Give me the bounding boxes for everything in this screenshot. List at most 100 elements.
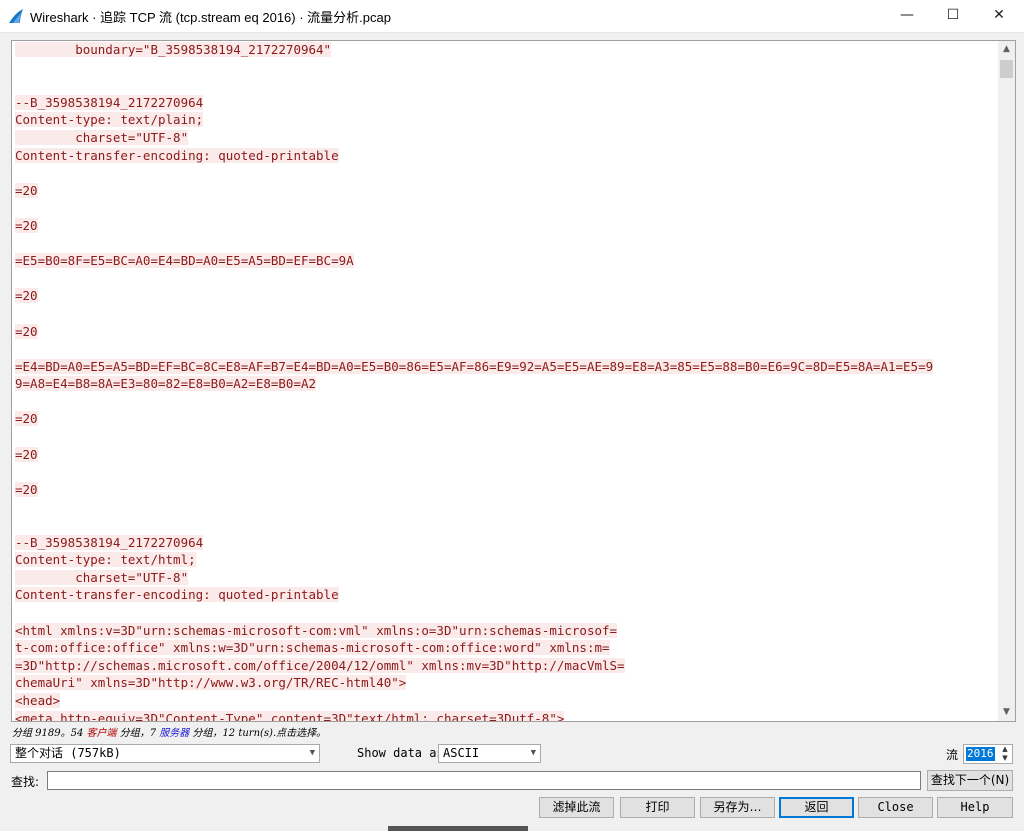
stream-line-text: =E5=B0=8F=E5=BC=A0=E4=BD=A0=E5=A5=BD=EF=… xyxy=(15,253,354,269)
stream-line: charset="UTF-8" xyxy=(15,569,995,587)
stream-status: 分组 9189。54 客户端 分组，7 服务器 分组，12 turn(s).点击… xyxy=(12,724,326,739)
stream-line: =E4=BD=A0=E5=A5=BD=EF=BC=8C=E8=AF=B7=E4=… xyxy=(15,358,995,376)
stream-line-text: Content-type: text/plain; xyxy=(15,112,204,128)
chevron-down-icon[interactable]: ▼ xyxy=(998,704,1015,721)
stream-line: Content-transfer-encoding: quoted-printa… xyxy=(15,147,995,165)
stream-line xyxy=(15,340,995,358)
help-button[interactable]: Help xyxy=(937,797,1013,818)
stream-line xyxy=(15,516,995,534)
stream-line xyxy=(15,235,995,253)
close-window-button[interactable]: ✕ xyxy=(976,0,1022,32)
stream-line-text: =3D"http://schemas.microsoft.com/office/… xyxy=(15,657,625,673)
stream-line: <html xmlns:v=3D"urn:schemas-microsoft-c… xyxy=(15,622,995,640)
stream-line: =20 xyxy=(15,323,995,341)
stream-line: Content-type: text/html; xyxy=(15,551,995,569)
stream-line xyxy=(15,270,995,288)
stream-line xyxy=(15,76,995,94)
format-select[interactable]: ASCII ▼ xyxy=(438,744,541,763)
stream-line-text: Content-type: text/html; xyxy=(15,552,196,568)
close-button[interactable]: Close xyxy=(858,797,933,818)
stream-line: =20 xyxy=(15,217,995,235)
save-as-button[interactable]: 另存为… xyxy=(700,797,775,818)
spin-up-icon[interactable]: ▲ xyxy=(999,745,1011,754)
stream-line: =20 xyxy=(15,481,995,499)
stream-line: =3D"http://schemas.microsoft.com/office/… xyxy=(15,657,995,675)
server-label[interactable]: 服务器 xyxy=(159,728,189,739)
stream-line xyxy=(15,164,995,182)
stream-line-text: 9=A8=E4=B8=8A=E3=80=82=E8=B0=A2=E8=B0=A2 xyxy=(15,376,317,392)
show-data-label: Show data as xyxy=(357,746,444,760)
status-text: 分组，7 xyxy=(116,728,160,739)
status-text: 分组 9189。54 xyxy=(12,728,87,739)
back-button[interactable]: 返回 xyxy=(779,797,854,818)
stream-line: 9=A8=E4=B8=8A=E3=80=82=E8=B0=A2=E8=B0=A2 xyxy=(15,375,995,393)
stream-line xyxy=(15,305,995,323)
stream-line xyxy=(15,59,995,77)
stream-line-text: =20 xyxy=(15,217,38,233)
client-label[interactable]: 客户端 xyxy=(87,728,117,739)
stream-line-text: t-com:office:office" xmlns:w=3D"urn:sche… xyxy=(15,640,610,656)
conversation-select[interactable]: 整个对话 (757kB) ▼ xyxy=(10,744,320,763)
stream-line: =20 xyxy=(15,410,995,428)
stream-line: =E5=B0=8F=E5=BC=A0=E4=BD=A0=E5=A5=BD=EF=… xyxy=(15,252,995,270)
window-title: Wireshark · 追踪 TCP 流 (tcp.stream eq 2016… xyxy=(30,10,391,25)
stream-line-text: boundary="B_3598538194_2172270964" xyxy=(15,42,332,57)
stream-line: <meta http-equiv=3D"Content-Type" conten… xyxy=(15,710,995,721)
filter-out-stream-button[interactable]: 滤掉此流 xyxy=(539,797,614,818)
title-bar: Wireshark · 追踪 TCP 流 (tcp.stream eq 2016… xyxy=(0,0,1024,33)
stream-line: --B_3598538194_2172270964 xyxy=(15,534,995,552)
stream-number-spinbox[interactable]: 2016 ▲ ▼ xyxy=(963,744,1013,764)
stream-line-text: =20 xyxy=(15,446,38,462)
stream-line: Content-transfer-encoding: quoted-printa… xyxy=(15,586,995,604)
stream-line-text: =20 xyxy=(15,182,38,198)
chevron-down-icon: ▼ xyxy=(309,748,315,758)
stream-line: =20 xyxy=(15,446,995,464)
stream-line-text: charset="UTF-8" xyxy=(15,569,189,585)
stream-line-text: Content-transfer-encoding: quoted-printa… xyxy=(15,147,339,163)
minimize-button[interactable]: — xyxy=(884,0,930,32)
stream-line xyxy=(15,498,995,516)
stream-line xyxy=(15,428,995,446)
print-button[interactable]: 打印 xyxy=(620,797,695,818)
find-label: 查找: xyxy=(11,775,40,789)
stream-line: =20 xyxy=(15,182,995,200)
scroll-thumb[interactable] xyxy=(1000,60,1013,78)
stream-line-text: <html xmlns:v=3D"urn:schemas-microsoft-c… xyxy=(15,622,618,638)
find-input[interactable] xyxy=(47,771,921,790)
vertical-scrollbar[interactable]: ▲ ▼ xyxy=(998,41,1015,721)
stream-line-text: charset="UTF-8" xyxy=(15,129,189,145)
stream-line: --B_3598538194_2172270964 xyxy=(15,94,995,112)
chevron-down-icon: ▼ xyxy=(530,748,536,758)
stream-line-text: <head> xyxy=(15,692,61,708)
stream-line-text: chemaUri" xmlns=3D"http://www.w3.org/TR/… xyxy=(15,675,407,691)
wireshark-fin-icon xyxy=(9,9,23,23)
stream-line: t-com:office:office" xmlns:w=3D"urn:sche… xyxy=(15,639,995,657)
spin-down-icon[interactable]: ▼ xyxy=(999,754,1011,763)
stream-line-text: =20 xyxy=(15,288,38,304)
stream-number-value[interactable]: 2016 xyxy=(966,747,995,761)
stream-line xyxy=(15,393,995,411)
status-text: 分组，12 turn(s).点击选择。 xyxy=(189,728,327,739)
stream-line: Content-type: text/plain; xyxy=(15,111,995,129)
stream-line-text: =20 xyxy=(15,411,38,427)
maximize-button[interactable]: ☐ xyxy=(930,0,976,32)
conversation-select-value: 整个对话 (757kB) xyxy=(15,746,121,760)
stream-line xyxy=(15,463,995,481)
stream-line: =20 xyxy=(15,287,995,305)
stream-text[interactable]: boundary="B_3598538194_2172270964" --B_35… xyxy=(15,41,995,721)
taskbar-edge xyxy=(388,826,528,831)
stream-line: chemaUri" xmlns=3D"http://www.w3.org/TR/… xyxy=(15,674,995,692)
stream-content-panel[interactable]: boundary="B_3598538194_2172270964" --B_35… xyxy=(11,40,1016,722)
find-next-button[interactable]: 查找下一个(N) xyxy=(927,770,1013,791)
chevron-up-icon[interactable]: ▲ xyxy=(998,41,1015,58)
stream-number-label: 流 xyxy=(946,748,959,762)
stream-line xyxy=(15,199,995,217)
stream-line: <head> xyxy=(15,692,995,710)
stream-line-text: =20 xyxy=(15,323,38,339)
stream-line-text: =20 xyxy=(15,481,38,497)
stream-line: boundary="B_3598538194_2172270964" xyxy=(15,41,995,59)
stream-line-text: <meta http-equiv=3D"Content-Type" conten… xyxy=(15,710,565,721)
stream-line-text: Content-transfer-encoding: quoted-printa… xyxy=(15,587,339,603)
stream-line xyxy=(15,604,995,622)
stream-line-text: =E4=BD=A0=E5=A5=BD=EF=BC=8C=E8=AF=B7=E4=… xyxy=(15,358,934,374)
